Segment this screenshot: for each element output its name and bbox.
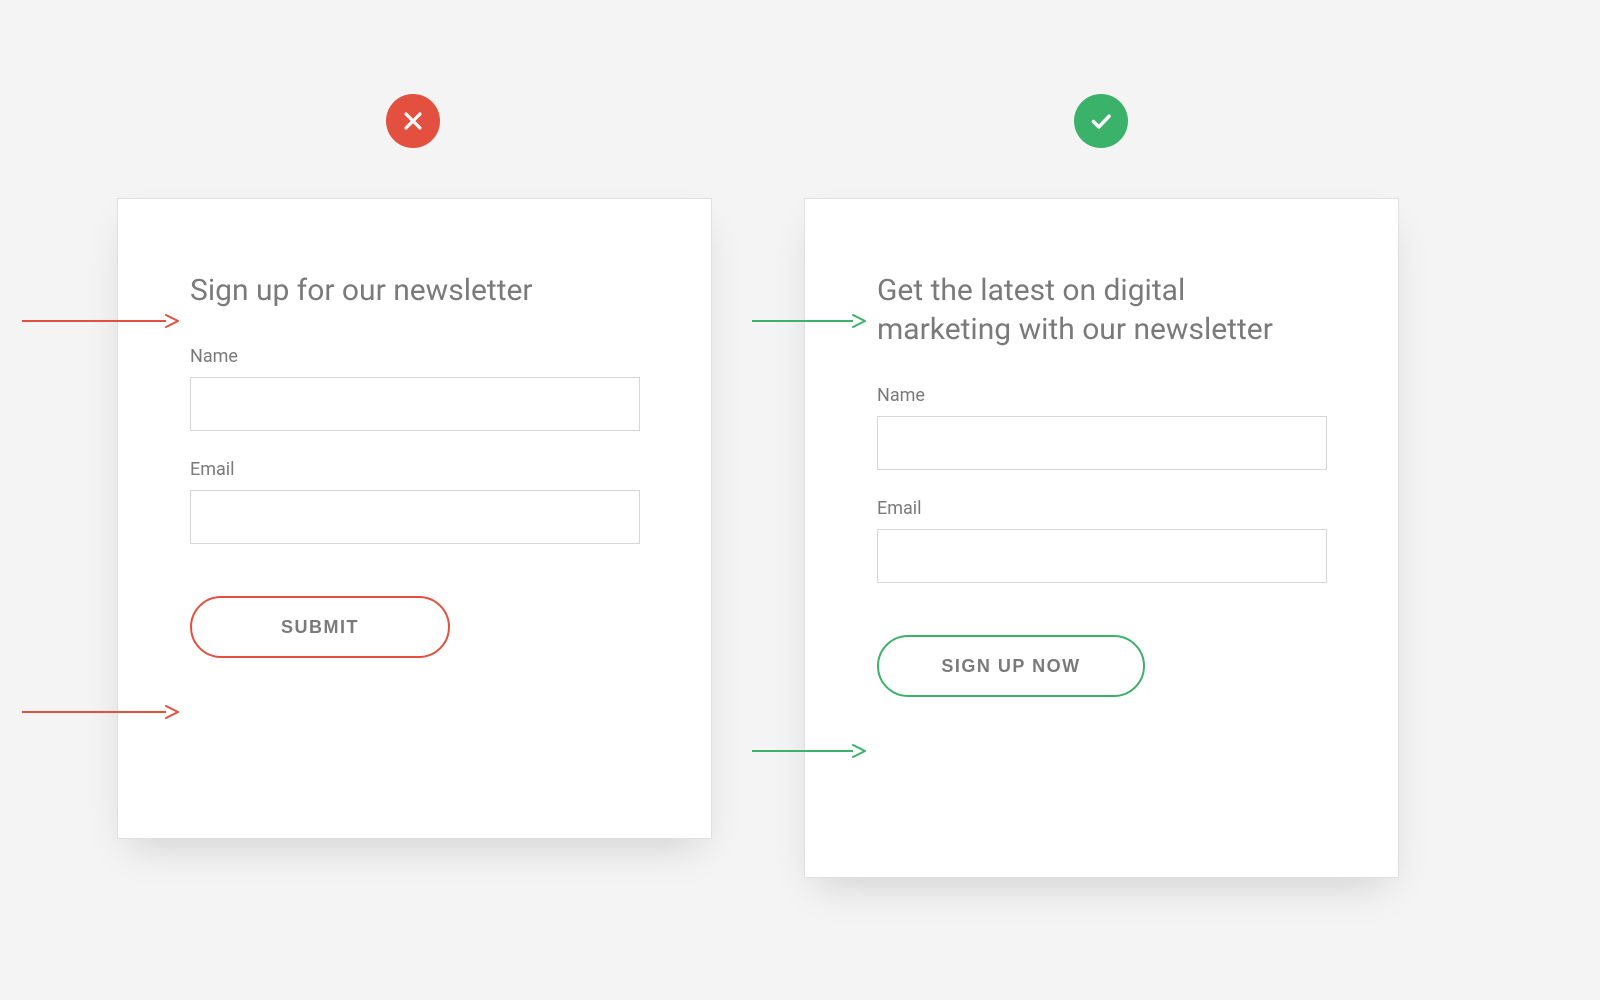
- good-name-field-group: Name: [877, 385, 1326, 470]
- good-heading: Get the latest on digital marketing with…: [877, 271, 1326, 349]
- good-badge: [1074, 94, 1128, 148]
- good-email-input[interactable]: [877, 529, 1327, 583]
- bad-name-label: Name: [190, 346, 639, 367]
- check-icon: [1088, 108, 1114, 134]
- arrow-to-bad-heading: [22, 312, 180, 314]
- bad-email-input[interactable]: [190, 490, 640, 544]
- bad-name-input[interactable]: [190, 377, 640, 431]
- bad-heading: Sign up for our newsletter: [190, 271, 639, 310]
- good-signup-button[interactable]: SIGN UP NOW: [877, 635, 1145, 697]
- bad-submit-button[interactable]: SUBMIT: [190, 596, 450, 658]
- arrow-to-good-button: [752, 742, 867, 744]
- comparison-stage: Sign up for our newsletter Name Email SU…: [0, 0, 1600, 1000]
- arrow-to-good-heading: [752, 312, 867, 314]
- good-example-card: Get the latest on digital marketing with…: [804, 198, 1399, 878]
- good-name-input[interactable]: [877, 416, 1327, 470]
- bad-email-field-group: Email: [190, 459, 639, 544]
- bad-name-field-group: Name: [190, 346, 639, 431]
- x-icon: [401, 109, 425, 133]
- good-name-label: Name: [877, 385, 1326, 406]
- arrow-to-bad-button: [22, 703, 180, 705]
- bad-example-card: Sign up for our newsletter Name Email SU…: [117, 198, 712, 839]
- bad-email-label: Email: [190, 459, 639, 480]
- bad-badge: [386, 94, 440, 148]
- good-email-label: Email: [877, 498, 1326, 519]
- good-email-field-group: Email: [877, 498, 1326, 583]
